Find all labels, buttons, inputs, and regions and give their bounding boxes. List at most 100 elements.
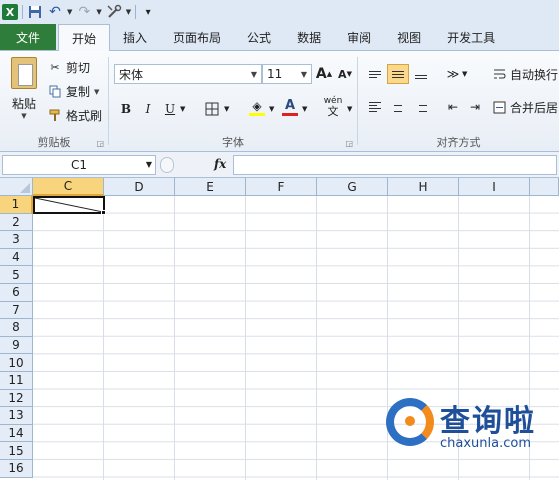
font-color-button[interactable]: A — [280, 97, 300, 117]
row-header[interactable]: 15 — [0, 442, 33, 460]
row-header[interactable]: 9 — [0, 336, 33, 355]
column-header-h[interactable]: H — [388, 178, 459, 196]
decrease-indent-icon: ⇤ — [447, 100, 459, 114]
formula-bar-splitter[interactable] — [160, 157, 174, 173]
redo-dropdown-icon[interactable]: ▼ — [96, 8, 101, 16]
active-cell-c1[interactable] — [33, 196, 105, 214]
phonetic-dropdown-icon[interactable]: ▼ — [347, 105, 352, 113]
redo-icon[interactable]: ↷ — [76, 4, 92, 20]
column-header-i[interactable]: I — [459, 178, 530, 196]
row-header[interactable]: 14 — [0, 424, 33, 443]
column-header-g[interactable]: G — [317, 178, 388, 196]
orientation-dropdown-icon[interactable]: ▼ — [462, 70, 467, 78]
chevron-down-icon: ▼ — [250, 69, 257, 79]
underline-button[interactable]: U — [160, 99, 180, 119]
fill-color-dropdown-icon[interactable]: ▼ — [269, 105, 274, 113]
increase-indent-button[interactable]: ⇥ — [464, 97, 486, 117]
paste-dropdown-icon[interactable]: ▼ — [21, 112, 26, 120]
align-top-button[interactable] — [364, 64, 386, 84]
fill-color-button[interactable]: ◈ — [247, 97, 267, 117]
align-left-button[interactable] — [364, 97, 386, 117]
align-bottom-button[interactable] — [410, 64, 432, 84]
undo-icon[interactable]: ↶ — [47, 4, 63, 20]
row-header[interactable]: 4 — [0, 248, 33, 267]
wrap-text-button[interactable]: 自动换行 — [492, 66, 558, 83]
row-header[interactable]: 5 — [0, 266, 33, 284]
row-header[interactable]: 12 — [0, 389, 33, 408]
underline-dropdown-icon[interactable]: ▼ — [180, 105, 185, 113]
row-header[interactable]: 10 — [0, 354, 33, 372]
grow-font-button[interactable]: A ▲ — [314, 64, 334, 84]
font-name-value: 宋体 — [119, 67, 144, 82]
clipboard-icon — [11, 57, 37, 89]
phonetic-button[interactable]: wén 文 — [321, 97, 345, 118]
chevron-down-icon[interactable]: ▼ — [146, 160, 152, 169]
font-size-select[interactable]: 11 ▼ — [262, 64, 312, 84]
tab-view[interactable]: 视图 — [384, 24, 434, 50]
copy-dropdown-icon[interactable]: ▼ — [94, 88, 99, 96]
font-name-select[interactable]: 宋体 ▼ — [114, 64, 262, 84]
insert-function-button[interactable]: fx — [214, 157, 226, 171]
tools-dropdown-icon[interactable]: ▼ — [126, 8, 131, 16]
tab-data[interactable]: 数据 — [284, 24, 334, 50]
wrap-text-label: 自动换行 — [510, 68, 559, 82]
save-icon[interactable] — [27, 4, 43, 20]
clipboard-launcher-icon[interactable]: ◲ — [96, 139, 104, 148]
tab-developer[interactable]: 开发工具 — [434, 24, 508, 50]
increase-indent-icon: ⇥ — [469, 100, 481, 114]
align-middle-button[interactable] — [387, 64, 409, 84]
select-all-button[interactable] — [0, 178, 33, 196]
borders-dropdown-icon[interactable]: ▼ — [224, 105, 229, 113]
excel-logo-icon[interactable]: X — [2, 4, 18, 20]
row-header[interactable]: 3 — [0, 231, 33, 249]
row-header[interactable]: 8 — [0, 319, 33, 337]
copy-icon — [48, 85, 62, 99]
undo-dropdown-icon[interactable]: ▼ — [67, 8, 72, 16]
format-painter-button[interactable]: 格式刷 — [48, 107, 102, 124]
chevron-down-icon: ▼ — [300, 69, 307, 79]
shrink-font-button[interactable]: A ▼ — [335, 64, 355, 84]
orientation-button[interactable]: ≫ — [442, 64, 464, 84]
column-header-c[interactable]: C — [33, 178, 104, 196]
row-header[interactable]: 16 — [0, 460, 33, 478]
align-right-button[interactable] — [410, 97, 432, 117]
borders-icon — [205, 102, 219, 116]
alignment-group-label: 对齐方式 — [436, 136, 481, 149]
fill-handle[interactable] — [101, 210, 106, 215]
orientation-icon: ≫ — [446, 67, 460, 81]
font-launcher-icon[interactable]: ◲ — [345, 139, 353, 148]
bold-button[interactable]: B — [116, 99, 136, 119]
decrease-indent-button[interactable]: ⇤ — [442, 97, 464, 117]
tab-insert[interactable]: 插入 — [110, 24, 160, 50]
align-center-button[interactable] — [387, 97, 409, 117]
italic-button[interactable]: I — [138, 99, 158, 119]
tools-icon[interactable] — [106, 4, 122, 20]
column-header-e[interactable]: E — [175, 178, 246, 196]
tab-file[interactable]: 文件 — [0, 24, 56, 50]
paste-label: 粘贴 — [11, 97, 36, 111]
tab-review[interactable]: 审阅 — [334, 24, 384, 50]
column-header-partial[interactable] — [530, 178, 559, 196]
tab-page-layout[interactable]: 页面布局 — [160, 24, 234, 50]
copy-button[interactable]: 复制 ▼ — [48, 83, 99, 100]
cut-button[interactable]: ✂ 剪切 — [48, 59, 90, 76]
formula-input[interactable] — [233, 155, 557, 175]
row-header[interactable]: 13 — [0, 407, 33, 425]
customize-qat-icon[interactable]: ▾ — [140, 4, 156, 20]
name-box[interactable]: C1 ▼ — [2, 155, 156, 175]
row-header[interactable]: 11 — [0, 372, 33, 390]
tab-formulas[interactable]: 公式 — [234, 24, 284, 50]
brush-icon — [48, 109, 62, 123]
column-header-f[interactable]: F — [246, 178, 317, 196]
row-header[interactable]: 7 — [0, 301, 33, 320]
paste-button[interactable]: 粘贴 ▼ — [6, 55, 42, 125]
merge-cells-icon — [492, 101, 506, 115]
borders-button[interactable] — [202, 99, 222, 119]
column-header-d[interactable]: D — [104, 178, 175, 196]
tab-home[interactable]: 开始 — [58, 24, 111, 51]
font-color-dropdown-icon[interactable]: ▼ — [302, 105, 307, 113]
merge-center-button[interactable]: 合并后居 — [492, 99, 558, 116]
row-header[interactable]: 2 — [0, 213, 33, 232]
row-header[interactable]: 1 — [0, 196, 33, 214]
row-header[interactable]: 6 — [0, 284, 33, 302]
